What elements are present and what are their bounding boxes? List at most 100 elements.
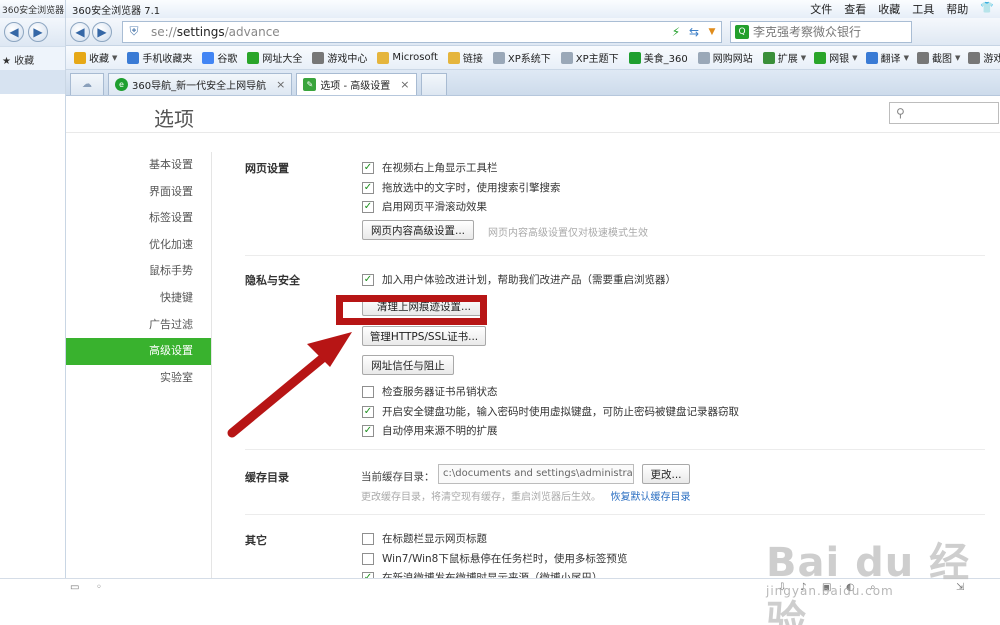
option-weibo-source[interactable]: ✓ 在新浪微博发布微博时显示来源（微博小尾巴） bbox=[362, 570, 603, 578]
option-label: 自动停用来源不明的扩展 bbox=[382, 425, 498, 437]
sidebar-item[interactable]: 实验室 bbox=[66, 365, 211, 392]
favorite-label: 谷歌 bbox=[217, 54, 238, 65]
forward-button[interactable]: ▶ bbox=[92, 21, 112, 42]
new-tab-button[interactable] bbox=[420, 73, 447, 95]
favorite-item[interactable]: 谷歌 bbox=[202, 50, 237, 65]
favorite-item[interactable]: XP主题下 bbox=[560, 50, 619, 65]
option-check-cert-revocation[interactable]: 检查服务器证书吊销状态 bbox=[362, 384, 498, 399]
sidebar-item[interactable]: 界面设置 bbox=[66, 179, 211, 206]
option-video-toolbar[interactable]: ✓ 在视频右上角显示工具栏 bbox=[362, 160, 498, 175]
sidebar-item[interactable]: 基本设置 bbox=[66, 152, 211, 179]
favorite-item[interactable]: 网址大全 bbox=[247, 50, 302, 65]
menu-file[interactable]: 文件 bbox=[810, 1, 832, 17]
change-cache-button[interactable]: 更改... bbox=[642, 464, 690, 484]
refresh-icon[interactable]: ⇆ bbox=[685, 25, 703, 39]
checkbox[interactable] bbox=[362, 552, 374, 565]
option-taskbar-preview[interactable]: Win7/Win8下鼠标悬停在任务栏时，使用多标签预览 bbox=[362, 551, 627, 566]
page-icon bbox=[697, 51, 710, 64]
section-divider bbox=[245, 255, 985, 256]
toolbar-item[interactable]: 游戏▼ bbox=[968, 50, 1000, 65]
screenshot-root: 360安全浏览器 ◀ ▶ ★ 收藏 360安全浏览器 7.1 文件 查看 收藏 … bbox=[0, 0, 1000, 625]
checkbox[interactable]: ✓ bbox=[362, 405, 374, 418]
checkbox[interactable]: ✓ bbox=[362, 424, 374, 437]
gamepad-icon bbox=[312, 51, 325, 64]
option-join-ux-program[interactable]: ✓ 加入用户体验改进计划，帮助我们改进产品（需要重启浏览器） bbox=[362, 272, 676, 287]
checkbox[interactable]: ✓ bbox=[362, 161, 374, 174]
toolbar-item[interactable]: 截图 ▼ bbox=[916, 50, 960, 65]
option-smooth-scroll[interactable]: ✓ 启用网页平滑滚动效果 bbox=[362, 199, 487, 214]
background-window-navbar: ◀ ▶ bbox=[0, 18, 65, 46]
star-icon bbox=[74, 51, 86, 64]
chevron-down-icon[interactable]: ▼ bbox=[852, 54, 857, 62]
restore-default-cache-link[interactable]: 恢复默认缓存目录 bbox=[611, 492, 691, 503]
tab-360-nav[interactable]: e 360导航_新一代安全上网导航 × bbox=[108, 73, 293, 95]
page-title: 选项 bbox=[154, 107, 194, 131]
menu-favorites[interactable]: 收藏 bbox=[878, 1, 900, 17]
address-url: se://settings/advance bbox=[145, 25, 667, 39]
favorite-item[interactable]: 美食_360 bbox=[628, 50, 688, 65]
tab-settings-advanced[interactable]: ✎ 选项 - 高级设置 × bbox=[296, 73, 417, 95]
close-icon[interactable]: × bbox=[400, 78, 409, 91]
favorite-label: 网址大全 bbox=[262, 54, 303, 65]
speed-mode-icon[interactable]: ⚡ bbox=[667, 25, 685, 39]
forward-arrow-icon: ▶ bbox=[97, 24, 107, 39]
favorite-item[interactable]: 网购网站 bbox=[697, 50, 753, 65]
background-window-favbar: ★ 收藏 bbox=[0, 46, 65, 70]
skin-shirt-icon[interactable]: 👕 bbox=[980, 1, 994, 17]
sidebar-item[interactable]: 标签设置 bbox=[66, 205, 211, 232]
tab-new-cloud[interactable]: ☁ bbox=[70, 73, 104, 95]
option-drag-search[interactable]: ✓ 拖放选中的文字时，使用搜索引擎搜索 bbox=[362, 180, 561, 195]
favorite-item[interactable]: 收藏 ▼ bbox=[74, 50, 117, 65]
section-cache-dir: 缓存目录 bbox=[245, 471, 289, 484]
toolbar-item[interactable]: 翻译 ▼ bbox=[865, 50, 909, 65]
back-button[interactable]: ◀ bbox=[70, 21, 90, 42]
baidu-watermark: Bai du 经验 jingyan.baidu.com bbox=[752, 520, 992, 625]
favorite-label: 美食_360 bbox=[643, 54, 688, 65]
favorite-item[interactable]: Microsoft bbox=[377, 51, 438, 64]
sidebar-item[interactable]: 高级设置 bbox=[66, 338, 211, 365]
manage-ssl-certs-button[interactable]: 管理HTTPS/SSL证书... bbox=[362, 326, 486, 346]
address-dropdown-icon[interactable]: ▼ bbox=[703, 27, 721, 37]
checkbox[interactable] bbox=[362, 532, 374, 545]
chevron-down-icon[interactable]: ▼ bbox=[801, 54, 806, 62]
option-secure-keyboard[interactable]: ✓ 开启安全键盘功能，输入密码时使用虚拟键盘，可防止密码被键盘记录器窃取 bbox=[362, 404, 739, 419]
menu-view[interactable]: 查看 bbox=[844, 1, 866, 17]
settings-search-input[interactable]: ⚲ bbox=[889, 102, 999, 124]
forward-arrow-icon: ▶ bbox=[28, 22, 48, 42]
toolbar-item[interactable]: 扩展 ▼ bbox=[762, 50, 806, 65]
sidebar-item[interactable]: 优化加速 bbox=[66, 232, 211, 259]
menu-tools[interactable]: 工具 bbox=[912, 1, 934, 17]
favorite-item[interactable]: 手机收藏夹 bbox=[127, 50, 192, 65]
option-show-page-title[interactable]: 在标题栏显示网页标题 bbox=[362, 531, 487, 546]
close-icon[interactable]: × bbox=[276, 78, 285, 91]
cache-path-field[interactable]: c:\documents and settings\administrator\… bbox=[438, 464, 634, 484]
window-title: 360安全浏览器 7.1 bbox=[72, 5, 161, 17]
background-window-tabbar bbox=[0, 70, 65, 94]
search-bar[interactable]: Q 李克强考察微众银行 bbox=[730, 20, 912, 43]
title-bar: 360安全浏览器 7.1 文件 查看 收藏 工具 帮助 👕 bbox=[66, 0, 1000, 18]
checkbox[interactable] bbox=[362, 385, 374, 398]
url-trust-block-button[interactable]: 网址信任与阻止 bbox=[362, 355, 454, 375]
chevron-down-icon[interactable]: ▼ bbox=[955, 54, 960, 62]
menu-help[interactable]: 帮助 bbox=[946, 1, 968, 17]
search-engine-icon[interactable]: Q bbox=[735, 24, 749, 39]
favorite-item[interactable]: XP系统下 bbox=[492, 50, 551, 65]
favorite-label: 游戏中心 bbox=[327, 54, 368, 65]
option-label: 在新浪微博发布微博时显示来源（微博小尾巴） bbox=[382, 572, 603, 578]
sidebar-item[interactable]: 广告过滤 bbox=[66, 312, 211, 339]
game-icon bbox=[968, 51, 981, 64]
chevron-down-icon[interactable]: ▼ bbox=[112, 54, 117, 62]
web-content-advanced-button[interactable]: 网页内容高级设置... bbox=[362, 220, 474, 240]
toolbar-item[interactable]: 网银 ▼ bbox=[814, 50, 858, 65]
address-bar[interactable]: ⛨ se://settings/advance ⚡ ⇆ ▼ bbox=[122, 20, 722, 43]
checkbox[interactable]: ✓ bbox=[362, 273, 374, 286]
sidebar-item[interactable]: 快捷键 bbox=[66, 285, 211, 312]
favorite-item[interactable]: 游戏中心 bbox=[312, 50, 367, 65]
chevron-down-icon[interactable]: ▼ bbox=[904, 54, 909, 62]
checkbox[interactable]: ✓ bbox=[362, 200, 374, 213]
checkbox[interactable]: ✓ bbox=[362, 181, 374, 194]
status-shield-icon: ◦ bbox=[96, 582, 102, 593]
favorite-item[interactable]: 链接 bbox=[447, 50, 483, 65]
sidebar-item[interactable]: 鼠标手势 bbox=[66, 258, 211, 285]
option-disable-unknown-extensions[interactable]: ✓ 自动停用来源不明的扩展 bbox=[362, 423, 498, 438]
